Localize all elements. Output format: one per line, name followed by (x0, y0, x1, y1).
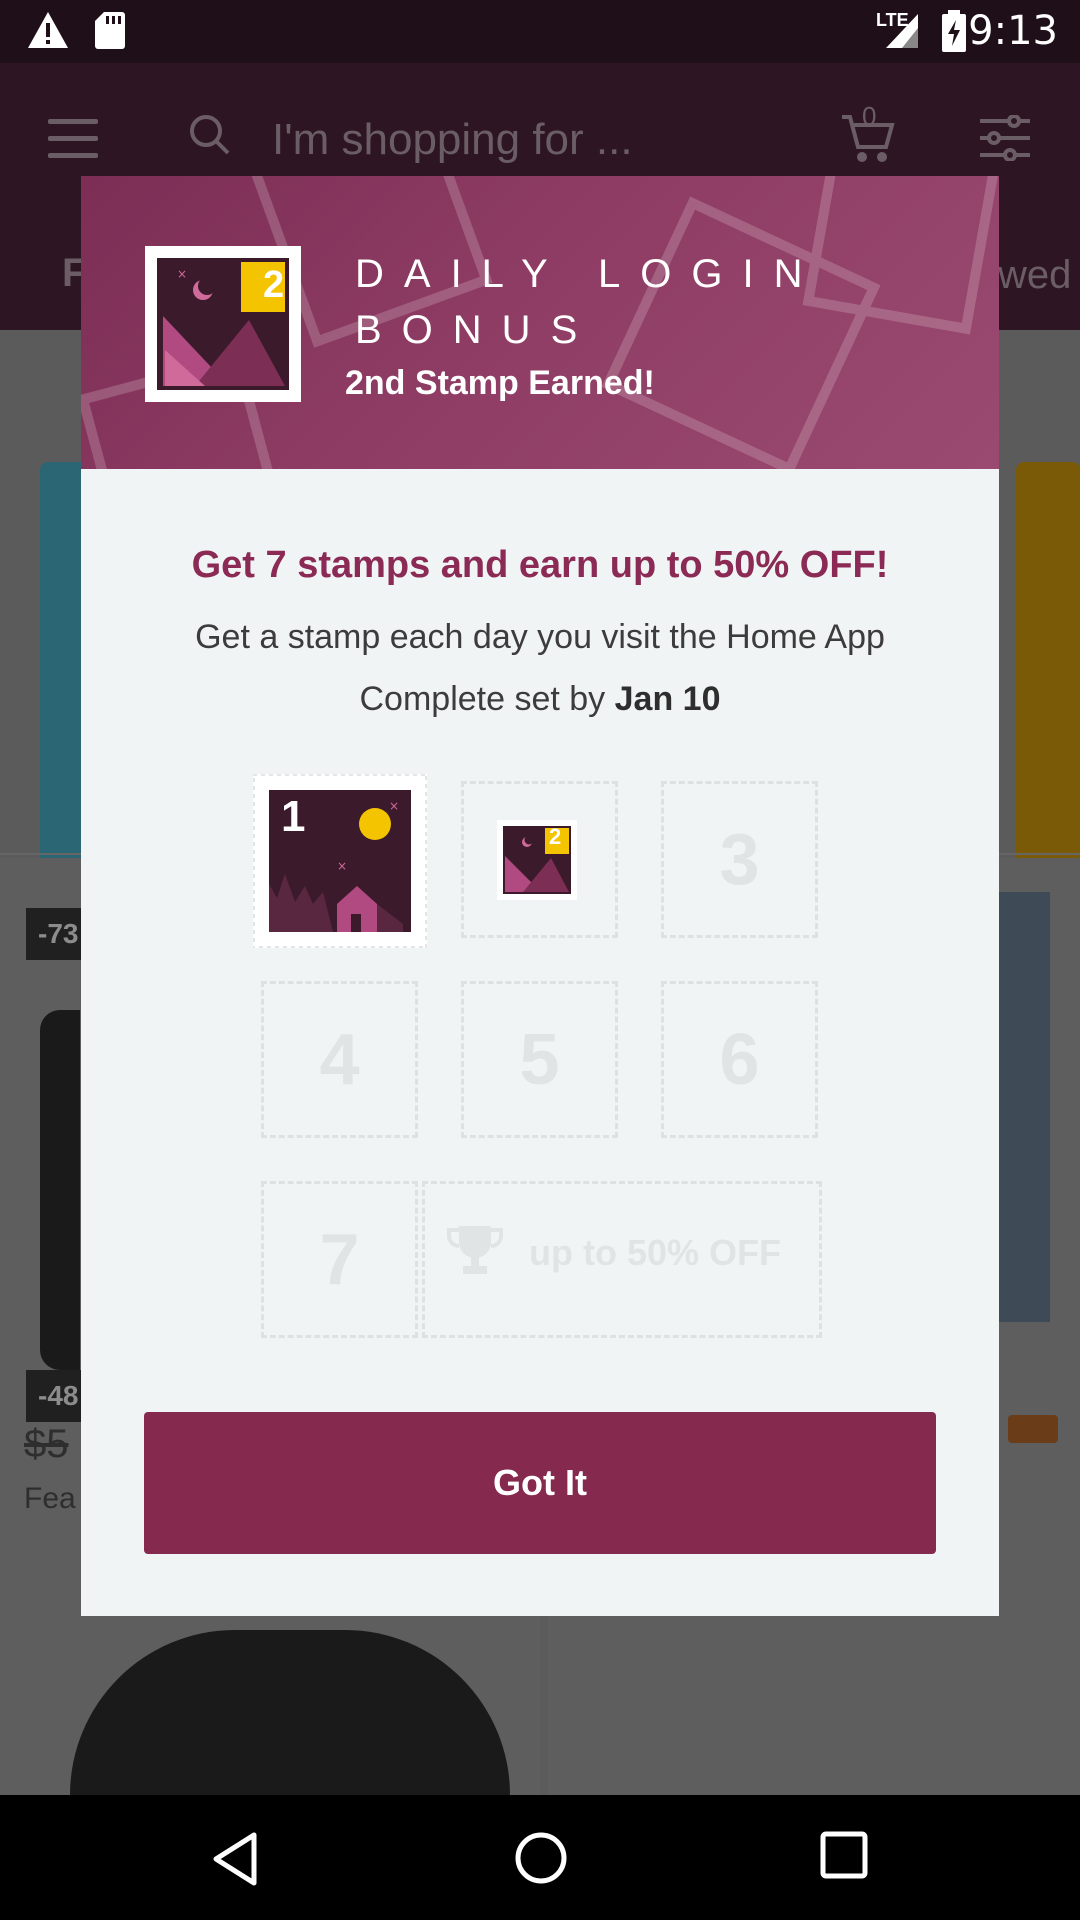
svg-text:×: × (389, 799, 399, 813)
deadline-text: Complete set by Jan 10 (81, 680, 999, 719)
status-time: 9:13 (968, 8, 1058, 54)
menu-icon[interactable] (48, 119, 98, 159)
slot-number: 7 (319, 1219, 360, 1300)
stamp-2-icon (497, 820, 577, 900)
product-image[interactable] (40, 1010, 80, 1370)
deadline-date: Jan 10 (614, 680, 721, 718)
deadline-prefix: Complete set by (359, 680, 606, 718)
navigation-bar (0, 1795, 1080, 1920)
reward-label: up to 50% OFF (529, 1232, 781, 1273)
shipping-truck-icon (1008, 1415, 1058, 1443)
stamp-slot-3: 3 (661, 781, 818, 938)
svg-text:×: × (337, 859, 347, 873)
slot-number: 4 (319, 1019, 360, 1100)
stamp-1-number: 1 (281, 792, 306, 841)
back-icon[interactable] (210, 1831, 260, 1887)
warning-icon (28, 12, 68, 48)
stamp-1-icon: × × (253, 774, 427, 948)
product-price: $5 (24, 1422, 69, 1466)
stamp-slot-4: 4 (261, 981, 418, 1138)
stamp-slot-6: 6 (661, 981, 818, 1138)
promo-card-right[interactable] (1016, 462, 1080, 892)
signal-icon (886, 14, 918, 48)
tab-fragment-right[interactable]: wed (998, 253, 1071, 298)
search-icon[interactable] (188, 113, 232, 157)
filter-icon[interactable] (980, 115, 1030, 161)
stamp-2-large-number: 2 (263, 264, 285, 306)
status-bar: LTE 9:13 (0, 0, 1080, 63)
cart-count: 0 (862, 101, 877, 131)
stamp-slot-7: 7 (261, 1181, 418, 1338)
got-it-button[interactable]: Got It (144, 1412, 936, 1554)
slot-number: 5 (519, 1019, 560, 1100)
slot-number: 3 (719, 819, 760, 900)
dialog-title: DAILY LOGIN BONUS (355, 252, 823, 352)
sd-card-icon (95, 12, 125, 49)
product-sub-label: Fea (24, 1482, 76, 1515)
reward-slot: up to 50% OFF (422, 1181, 822, 1338)
daily-login-dialog: × 2 DAILY LOGIN BONUS 2nd Stamp Earned! … (81, 176, 999, 1616)
stamp-2-number: 2 (549, 824, 562, 849)
svg-text:×: × (177, 267, 187, 281)
offer-headline: Get 7 stamps and earn up to 50% OFF! (191, 544, 889, 586)
offer-description: Get a stamp each day you visit the Home … (195, 618, 885, 656)
dialog-header: × 2 DAILY LOGIN BONUS 2nd Stamp Earned! (81, 176, 999, 469)
stamp-slot-5: 5 (461, 981, 618, 1138)
home-icon[interactable] (514, 1831, 568, 1885)
product-image[interactable] (998, 892, 1050, 1322)
battery-charging-icon (942, 10, 966, 52)
recents-icon[interactable] (820, 1831, 868, 1879)
dialog-subtitle: 2nd Stamp Earned! (345, 364, 655, 402)
trophy-icon (447, 1226, 503, 1274)
slot-number: 6 (719, 1019, 760, 1100)
search-input[interactable]: I'm shopping for ... (272, 115, 633, 165)
